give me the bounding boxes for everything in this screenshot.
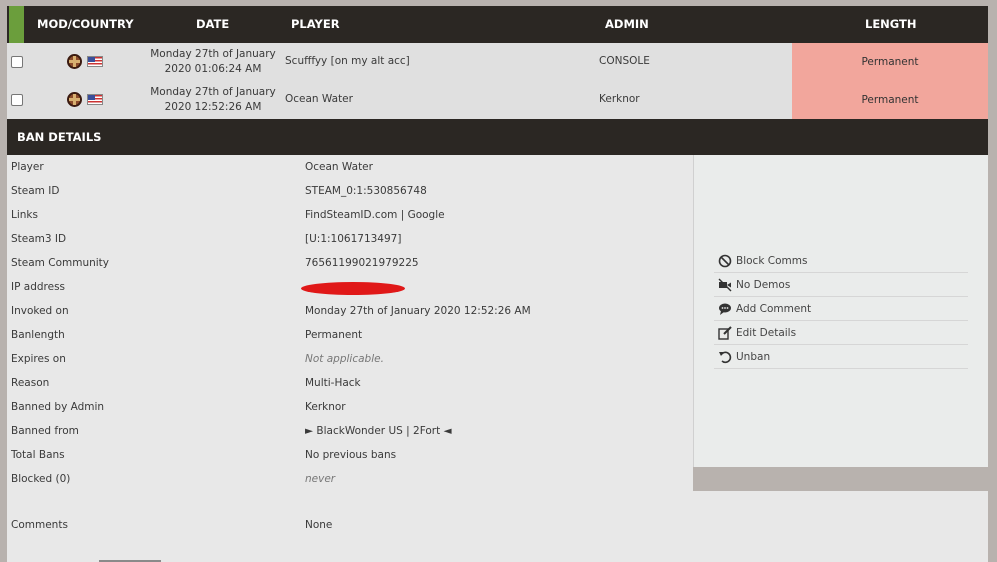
ban-details-title: BAN DETAILS: [7, 119, 988, 155]
column-header-admin[interactable]: ADMIN: [605, 6, 649, 43]
block-icon: [718, 254, 732, 268]
no-demos-button[interactable]: No Demos: [714, 273, 968, 297]
row-checkbox[interactable]: [11, 56, 23, 68]
profile-links[interactable]: FindSteamID.com | Google: [305, 203, 445, 227]
undo-icon: [719, 351, 732, 364]
ban-length: Permanent: [792, 81, 988, 119]
add-comment-button[interactable]: Add Comment: [714, 297, 968, 321]
action-label: No Demos: [736, 279, 791, 291]
edit-icon: [718, 326, 732, 340]
detail-label: Total Bans: [11, 449, 65, 461]
edit-details-button[interactable]: Edit Details: [714, 321, 968, 345]
action-label: Edit Details: [736, 327, 797, 339]
detail-label: Expires on: [11, 353, 66, 365]
detail-label: Reason: [11, 377, 50, 389]
detail-label: Invoked on: [11, 305, 69, 317]
detail-value: STEAM_0:1:530856748: [305, 185, 427, 197]
block-comms-button[interactable]: Block Comms: [714, 249, 968, 273]
column-header-date[interactable]: DATE: [196, 6, 229, 43]
table-header: MOD/COUNTRY DATE PLAYER ADMIN LENGTH: [7, 6, 988, 43]
detail-label: Steam3 ID: [11, 233, 67, 245]
table-row[interactable]: Monday 27th of January 2020 01:06:24 AM …: [7, 43, 988, 81]
detail-value: Not applicable.: [305, 353, 384, 365]
unban-button[interactable]: Unban: [714, 345, 968, 369]
action-label: Block Comms: [736, 255, 808, 267]
detail-label: Steam Community: [11, 257, 110, 269]
detail-value: No previous bans: [305, 449, 397, 461]
ban-actions-panel: Block Comms No Demos Add Comment Edit De…: [693, 155, 988, 467]
detail-value: never: [305, 473, 336, 485]
detail-value: Ocean Water: [305, 161, 373, 173]
action-label: Unban: [736, 351, 771, 363]
detail-label: Comments: [11, 519, 68, 531]
detail-label: Banlength: [11, 329, 65, 341]
detail-label: Steam ID: [11, 185, 60, 197]
ban-date: Monday 27th of January 2020 01:06:24 AM: [150, 48, 276, 75]
detail-label: Banned from: [11, 425, 79, 437]
table-row[interactable]: Monday 27th of January 2020 12:52:26 AM …: [7, 81, 988, 119]
detail-value: Monday 27th of January 2020 12:52:26 AM: [305, 305, 531, 317]
detail-value: ► BlackWonder US | 2Fort ◄: [305, 425, 452, 437]
sidebar-footer-strip: [693, 467, 988, 491]
comment-icon: [719, 303, 731, 315]
detail-label: Player: [11, 161, 44, 173]
detail-value: None: [305, 519, 333, 531]
tf2-mod-icon: [67, 92, 82, 107]
ip-redaction-mark: [301, 282, 405, 295]
steam-community-link[interactable]: 76561199021979225: [305, 251, 419, 275]
detail-label: Links: [11, 209, 38, 221]
detail-label: Banned by Admin: [11, 401, 105, 413]
detail-value: Kerknor: [305, 401, 346, 413]
row-checkbox[interactable]: [11, 94, 23, 106]
detail-value: Multi-Hack: [305, 377, 361, 389]
us-flag-icon: [87, 94, 103, 105]
detail-value: [U:1:1061713497]: [305, 233, 402, 245]
ban-admin: CONSOLE: [599, 55, 650, 67]
tf2-mod-icon: [67, 54, 82, 69]
select-all-checkbox[interactable]: [9, 6, 24, 43]
us-flag-icon: [87, 56, 103, 67]
ban-player: Scufffyy [on my alt acc]: [285, 55, 410, 67]
detail-label: IP address: [11, 281, 66, 293]
column-header-player[interactable]: PLAYER: [291, 6, 340, 43]
ban-player: Ocean Water: [285, 93, 353, 105]
ban-length: Permanent: [792, 43, 988, 81]
column-header-length[interactable]: LENGTH: [865, 6, 917, 43]
ban-admin: Kerknor: [599, 93, 640, 105]
ban-list-panel: MOD/COUNTRY DATE PLAYER ADMIN LENGTH Mon…: [7, 6, 988, 562]
ban-date: Monday 27th of January 2020 12:52:26 AM: [150, 86, 276, 113]
no-video-icon: [718, 278, 732, 292]
detail-label: Blocked (0): [11, 473, 71, 485]
action-label: Add Comment: [736, 303, 812, 315]
detail-value: Permanent: [305, 329, 363, 341]
column-header-mod-country[interactable]: MOD/COUNTRY: [37, 6, 134, 43]
